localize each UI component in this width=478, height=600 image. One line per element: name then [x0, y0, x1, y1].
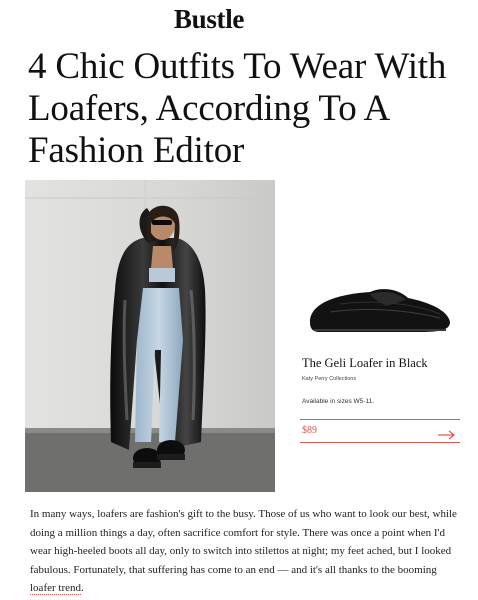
hero-photo	[25, 180, 275, 492]
site-logo[interactable]: Bustle	[0, 4, 418, 35]
product-brand: Katy Perry Collections	[302, 376, 357, 382]
loafer-shoe-illustration	[310, 289, 450, 332]
hero-photo-illustration	[25, 180, 275, 492]
article-headline: 4 Chic Outfits To Wear With Loafers, Acc…	[28, 46, 447, 171]
article-body: In many ways, loafers are fashion's gift…	[30, 505, 460, 598]
product-name[interactable]: The Geli Loafer in Black	[302, 356, 428, 371]
body-text-end: .	[81, 582, 84, 595]
arrow-right-icon	[438, 425, 456, 444]
loafer-trend-link[interactable]: loafer trend	[30, 582, 81, 596]
buy-button[interactable]: $89	[300, 419, 460, 443]
product-image[interactable]	[300, 272, 460, 342]
body-text-start: In many ways, loafers are fashion's gift…	[30, 508, 457, 576]
product-sizes: Available in sizes W5-11.	[302, 398, 375, 405]
product-price: $89	[302, 425, 317, 436]
